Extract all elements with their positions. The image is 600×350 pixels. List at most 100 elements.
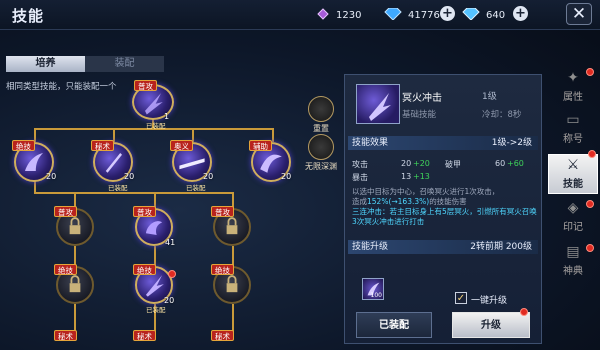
stat-base: 13	[401, 172, 412, 181]
tab-label: 神典	[563, 266, 583, 277]
skill-tag: 奥义	[170, 140, 193, 151]
tree-connector	[272, 128, 274, 142]
notification-dot	[168, 270, 176, 278]
stat-base: 20	[401, 159, 412, 168]
stat-plus: +13	[413, 172, 430, 181]
equipped-mark: 已装配	[146, 306, 166, 314]
skill-cooldown: 冷却：8秒	[482, 110, 522, 120]
tree-connector	[34, 192, 234, 194]
abyss-label: 无限深渊	[305, 162, 337, 171]
skill-tag: 绝技	[12, 140, 35, 151]
top-bar: 技能 1230 41776 + 640 + ✕	[0, 0, 600, 30]
currency-value: 1230	[336, 9, 362, 21]
notification-dot	[586, 244, 594, 252]
tab-equip[interactable]: 装配	[85, 56, 164, 72]
reset-button[interactable]: 重置	[306, 96, 336, 134]
skill-tag: 绝技	[211, 264, 234, 275]
skill-level: 1级	[482, 92, 497, 102]
upgrade-header-label: 技能升级	[352, 242, 389, 252]
add-bound-diamond-button[interactable]: +	[513, 6, 528, 21]
effect-header: 技能效果 1级->2级	[348, 136, 538, 150]
desc-line: 造成152%(→163.3%)的技能伤害	[352, 197, 538, 207]
item-count: 100	[370, 292, 382, 299]
equipped-mark: 已装配	[108, 184, 128, 192]
skill-tag: 普攻	[133, 206, 156, 217]
skill-count: 20	[203, 172, 214, 181]
stat-label: 破甲	[445, 160, 461, 169]
skill-tag: 秘术	[91, 140, 114, 151]
tab-titles[interactable]: ▭ 称号	[548, 110, 598, 150]
desc-line: 以选中目标为中心，召唤冥火进行1次攻击，	[352, 187, 500, 196]
auto-upgrade-checkbox[interactable]: ✓	[455, 292, 467, 304]
notification-dot	[588, 150, 596, 158]
skill-tag: 秘术	[211, 330, 234, 341]
abyss-button[interactable]: 无限深渊	[300, 134, 342, 172]
hint-text: 相同类型技能，只能装配一个	[6, 82, 117, 92]
tree-connector	[232, 246, 234, 266]
skill-tag: 秘术	[54, 330, 77, 341]
equipped-mark: 已装配	[146, 122, 166, 130]
notification-dot	[520, 308, 528, 316]
equipped-mark: 已装配	[186, 184, 206, 192]
skill-tag: 秘术	[133, 330, 156, 341]
title-icon: ▭	[566, 112, 580, 128]
skill-tag: 普攻	[211, 206, 234, 217]
upgrade-button[interactable]: 升级	[452, 312, 530, 338]
left-tab-bar: 培养 装配	[6, 56, 164, 72]
notification-dot	[586, 68, 594, 76]
stat-base: 60	[495, 159, 506, 168]
tab-label: 称号	[563, 134, 583, 145]
blue-diamond-icon	[384, 7, 402, 23]
level-change: 1级->2级	[491, 138, 532, 148]
upgrade-header: 技能升级 2转前期 200级	[348, 240, 538, 254]
skill-count: 20	[281, 172, 292, 181]
desc-line: 三连冲击：若主目标身上有5层冥火，引燃所有冥火召唤3次冥火冲击进行打击	[352, 207, 537, 226]
page-title: 技能	[12, 7, 45, 25]
skill-description: 以选中目标为中心，召唤冥火进行1次攻击， 造成152%(→163.3%)的技能伤…	[352, 187, 538, 227]
tab-cultivate[interactable]: 培养	[6, 56, 85, 72]
effect-header-label: 技能效果	[352, 138, 389, 148]
close-button[interactable]: ✕	[566, 3, 592, 25]
desc-damage: 152%(→163.3%)	[367, 197, 430, 206]
auto-upgrade-label: 一键升级	[471, 296, 508, 306]
upgrade-requirement: 2转前期 200级	[470, 242, 532, 252]
currency-value: 41776	[408, 9, 440, 21]
skill-icon: ⚔	[566, 157, 580, 173]
reset-label: 重置	[313, 124, 329, 133]
desc-text: 造成	[352, 197, 367, 206]
skill-count: 20	[124, 172, 135, 181]
stat-label: 暴击	[352, 173, 368, 182]
currency-value: 640	[486, 9, 506, 21]
game-screen: 技能 1230 41776 + 640 + ✕ 培养 装配 相同类型技能，只能装…	[0, 0, 600, 350]
tab-label: 技能	[563, 179, 583, 190]
equipped-button[interactable]: 已装配	[356, 312, 432, 338]
skill-count: 20	[46, 172, 57, 181]
skill-tag: 绝技	[133, 264, 156, 275]
currency-purple: 1230	[316, 6, 361, 24]
tree-connector	[74, 246, 76, 266]
notification-dot	[586, 200, 594, 208]
flame-skill-icon	[369, 93, 391, 121]
book-icon	[308, 96, 334, 122]
blue-diamond-icon	[462, 7, 480, 23]
tab-label: 印记	[563, 222, 583, 233]
skill-tag: 普攻	[134, 80, 157, 91]
upgrade-material-item[interactable]: 100	[362, 278, 384, 300]
selected-skill-icon	[356, 84, 400, 124]
skill-tag: 辅助	[249, 140, 272, 151]
skill-count: 41	[165, 238, 176, 247]
skill-count: 20	[164, 296, 175, 305]
stat-label: 攻击	[352, 160, 368, 169]
skill-name: 冥火冲击	[402, 93, 442, 104]
currency-diamond: 41776	[384, 6, 440, 24]
desc-text: 的技能伤害	[429, 197, 467, 206]
vortex-icon	[308, 134, 334, 160]
skill-tag: 绝技	[54, 264, 77, 275]
add-diamond-button[interactable]: +	[440, 6, 455, 21]
purple-gem-icon	[316, 7, 330, 23]
tab-label: 属性	[563, 92, 583, 103]
stat-plus: +60	[507, 159, 524, 168]
skill-type: 基础技能	[402, 110, 437, 120]
stat-plus: +20	[413, 159, 430, 168]
tab-skills[interactable]: ⚔ 技能	[548, 154, 598, 194]
